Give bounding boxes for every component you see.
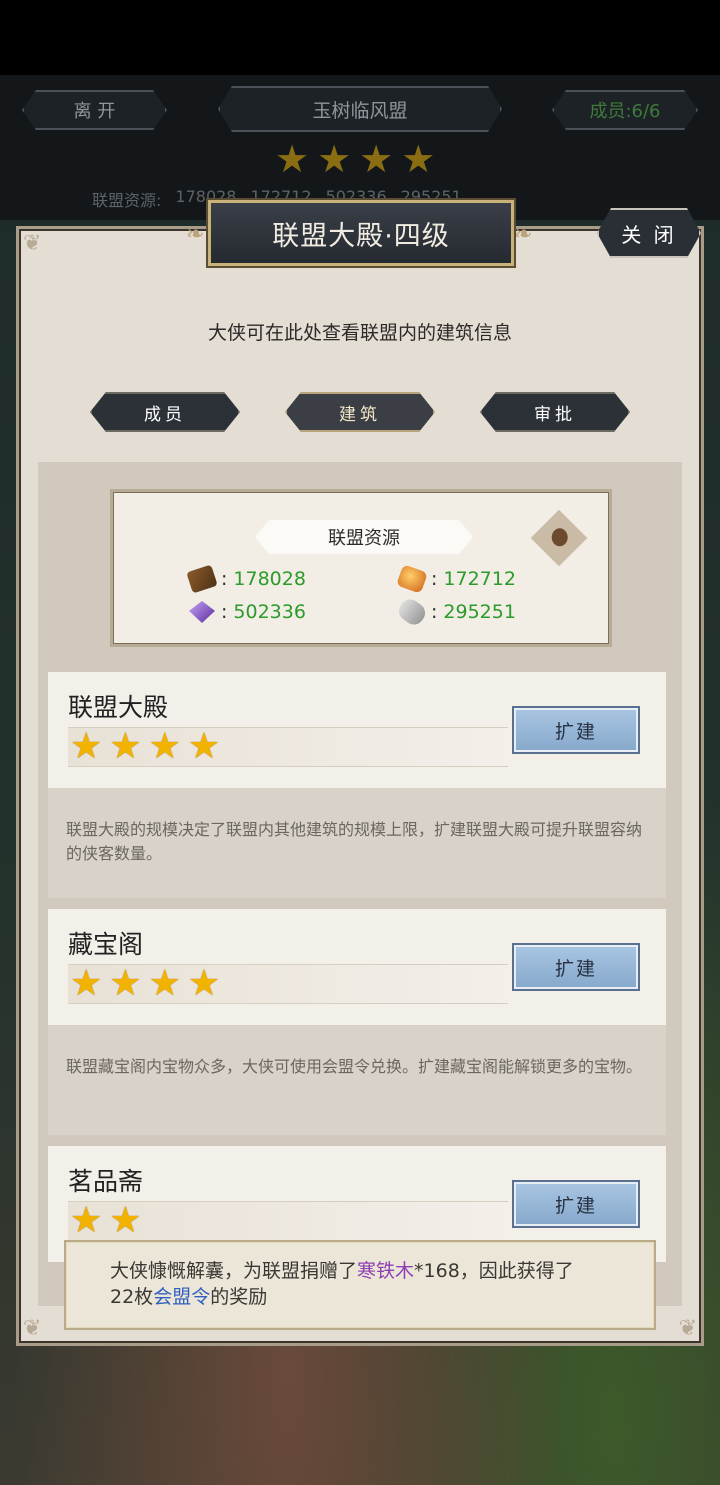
building-header: 联盟大殿 ★ ★ ★ ★ 扩建 [48, 672, 666, 788]
resource-scroll: : 295251 [395, 595, 516, 629]
resource-wood: : 178028 [186, 564, 306, 594]
corner-ornament-icon: ❦ [678, 1316, 697, 1341]
wood-icon [186, 564, 218, 594]
toast-text: 的奖励 [210, 1286, 268, 1308]
building-stars: ★ ★ ★ ★ [68, 727, 508, 767]
building-name: 藏宝阁 [68, 930, 144, 959]
toast-text: 大侠慷慨解囊，为联盟捐赠了 [110, 1260, 358, 1282]
star-icon: ★ [70, 726, 103, 767]
corner-ornament-icon: ❦ [23, 231, 42, 256]
ornament-icon: ❧ [514, 222, 533, 247]
toast-reward-name: 会盟令 [153, 1286, 211, 1308]
expand-button[interactable]: 扩建 [512, 706, 640, 754]
close-button[interactable]: 关 闭 [597, 208, 701, 258]
building-list[interactable]: 联盟资源 : 178028 : 172712 : 502336 : 295251… [38, 462, 682, 1306]
gem-icon [189, 601, 215, 623]
star-icon: ★ [187, 963, 221, 1004]
star-icon: ★ [187, 726, 221, 767]
building-name: 茗品斋 [68, 1167, 144, 1196]
building-header: 藏宝阁 ★ ★ ★ ★ 扩建 [48, 909, 666, 1025]
building-description: 联盟大殿的规模决定了联盟内其他建筑的规模上限，扩建联盟大殿可提升联盟容纳的侠客数… [48, 788, 666, 898]
expand-button[interactable]: 扩建 [512, 943, 640, 991]
corner-ornament-icon: ❦ [23, 1316, 42, 1341]
star-icon: ★ [109, 963, 142, 1004]
resource-value: 178028 [233, 568, 306, 590]
building-card: 藏宝阁 ★ ★ ★ ★ 扩建 联盟藏宝阁内宝物众多，大侠可使用会盟令兑换。扩建藏… [48, 909, 666, 1135]
building-stars: ★ ★ ★ ★ [68, 964, 508, 1004]
tab-buildings[interactable]: 建筑 [285, 392, 435, 432]
resource-gem: : 502336 [189, 601, 306, 623]
star-icon: ★ [148, 726, 181, 767]
star-icon: ★ [401, 137, 436, 181]
building-name: 联盟大殿 [68, 693, 169, 722]
members-count[interactable]: 成员:6/6 [552, 90, 698, 130]
star-icon: ★ [275, 137, 310, 181]
resource-card: 联盟资源 : 178028 : 172712 : 502336 : 295251 [110, 489, 612, 647]
donation-toast: 大侠慷慨解囊，为联盟捐赠了寒铁木*168，因此获得了 22枚会盟令的奖励 [64, 1240, 656, 1330]
resource-value: 172712 [443, 568, 516, 590]
building-description-text: 联盟大殿的规模决定了联盟内其他建筑的规模上限，扩建联盟大殿可提升联盟容纳的侠客数… [66, 820, 643, 863]
bag-icon[interactable] [530, 509, 588, 567]
star-icon: ★ [70, 963, 103, 1004]
resource-coin: : 172712 [396, 564, 516, 594]
toast-text: *168，因此获得了 [414, 1260, 574, 1282]
building-description-text: 联盟藏宝阁内宝物众多，大侠可使用会盟令兑换。扩建藏宝阁能解锁更多的宝物。 [66, 1057, 643, 1076]
scroll-icon [395, 595, 429, 629]
building-card: 联盟大殿 ★ ★ ★ ★ 扩建 联盟大殿的规模决定了联盟内其他建筑的规模上限，扩… [48, 672, 666, 898]
resource-card-title: 联盟资源 [255, 520, 473, 554]
tab-approval[interactable]: 审批 [480, 392, 630, 432]
star-icon: ★ [317, 137, 352, 181]
expand-button[interactable]: 扩建 [512, 1180, 640, 1228]
star-icon: ★ [109, 726, 142, 767]
tab-members[interactable]: 成员 [90, 392, 240, 432]
star-icon: ★ [148, 963, 181, 1004]
panel-subtitle: 大侠可在此处查看联盟内的建筑信息 [207, 322, 512, 344]
toast-item-name: 寒铁木 [357, 1260, 415, 1282]
separator: : [221, 568, 228, 590]
leave-button[interactable]: 离 开 [22, 90, 167, 130]
header-resources-label: 联盟资源: [92, 191, 162, 210]
resource-value: 295251 [443, 601, 516, 623]
alliance-stars: ★ ★ ★ ★ [275, 140, 435, 178]
separator: : [221, 601, 228, 623]
ornament-icon: ❧ [186, 222, 205, 247]
building-description: 联盟藏宝阁内宝物众多，大侠可使用会盟令兑换。扩建藏宝阁能解锁更多的宝物。 [48, 1025, 666, 1135]
coin-icon [396, 564, 428, 594]
alliance-name: 玉树临风盟 [218, 86, 502, 132]
separator: : [431, 601, 438, 623]
toast-text: 22枚 [110, 1286, 154, 1308]
panel-title: 联盟大殿·四级 [208, 200, 514, 266]
resource-value: 502336 [233, 601, 306, 623]
star-icon: ★ [70, 1200, 103, 1241]
star-icon: ★ [359, 137, 394, 181]
building-stars: ★ ★ [68, 1201, 508, 1241]
separator: : [431, 568, 438, 590]
star-icon: ★ [109, 1200, 142, 1241]
